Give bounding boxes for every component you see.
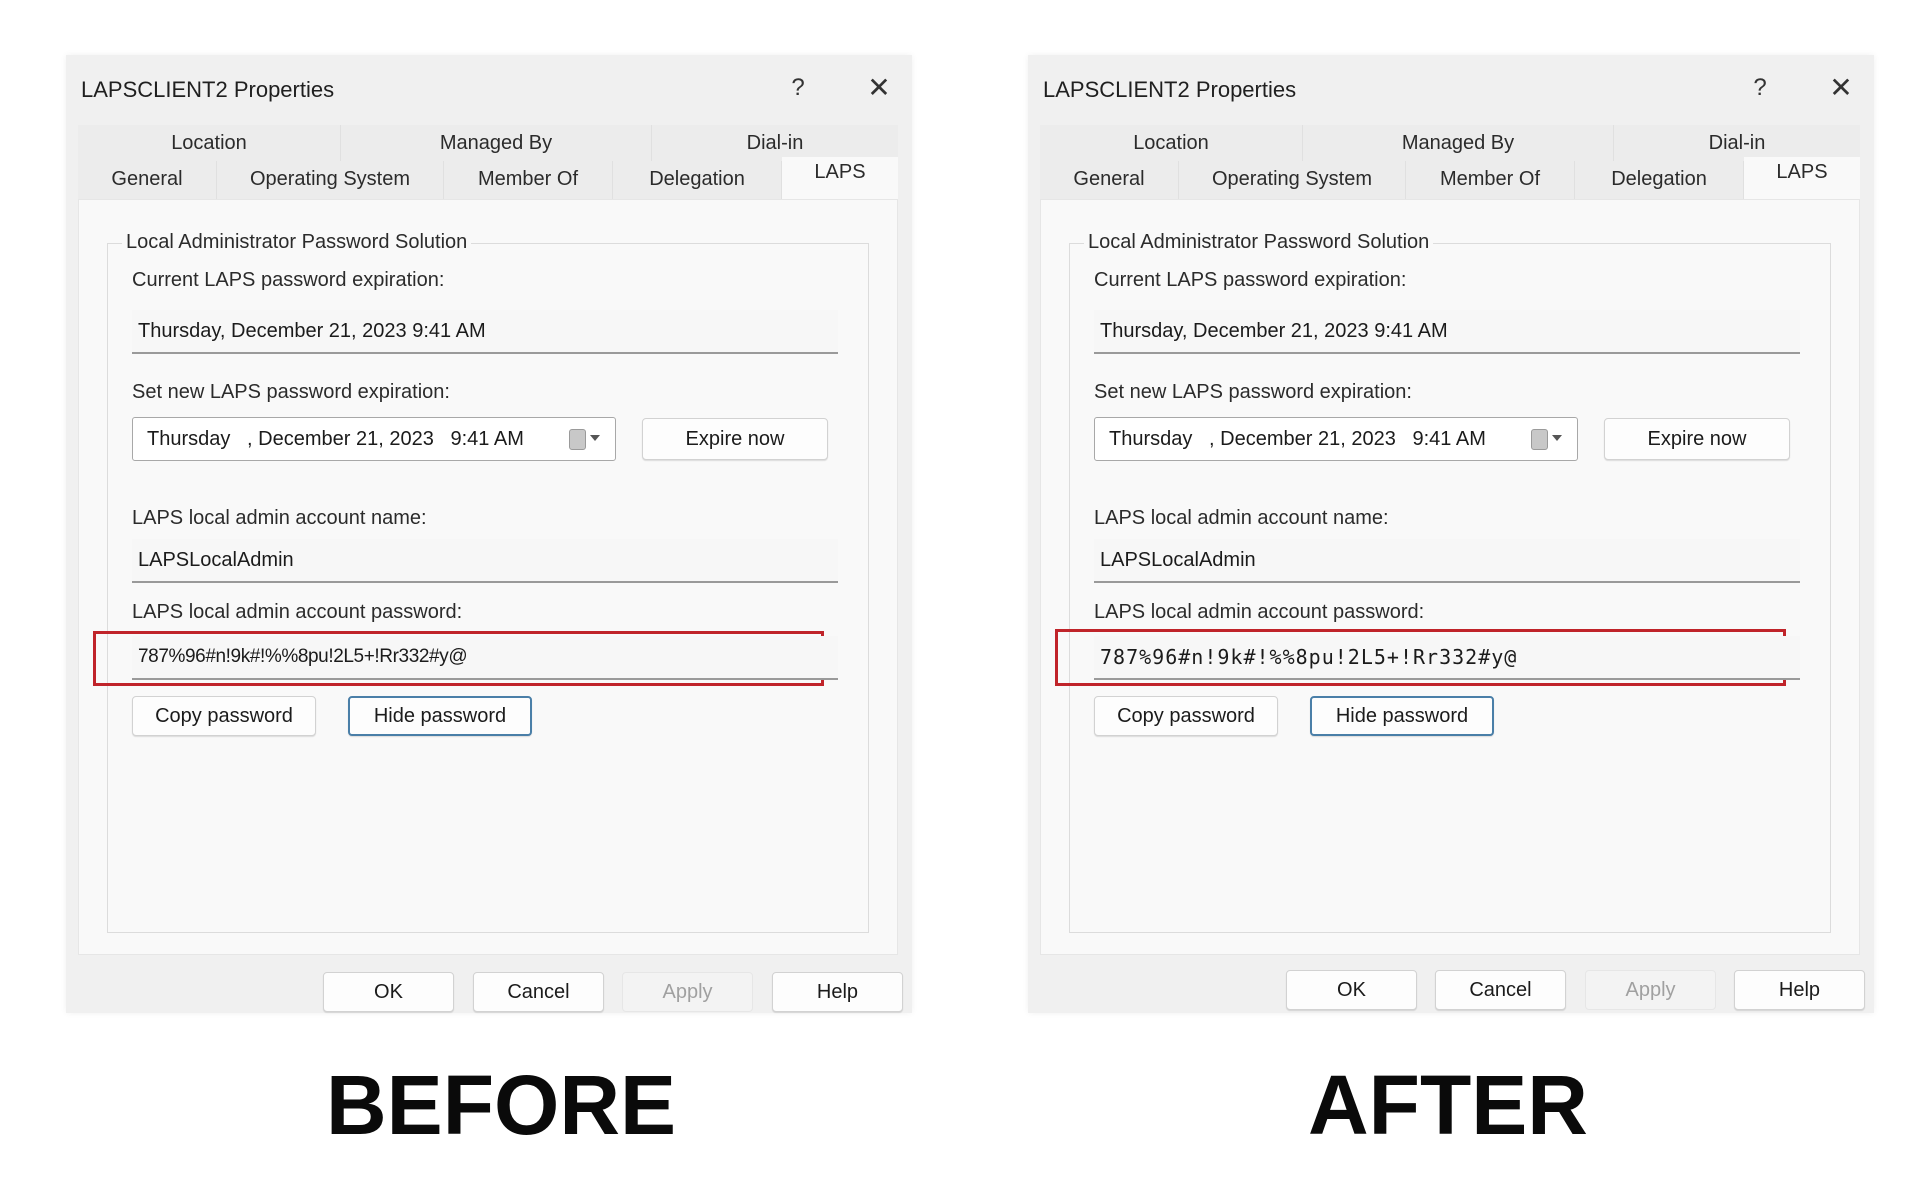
calendar-icon [1531,429,1548,450]
calendar-icon [569,429,586,450]
help-button[interactable]: Help [772,972,903,1012]
help-icon[interactable]: ? [1746,71,1774,105]
tab-managed-by[interactable]: Managed By [341,125,652,161]
copy-password-button[interactable]: Copy password [132,696,316,736]
close-icon[interactable]: ✕ [862,71,896,105]
ok-button[interactable]: OK [323,972,454,1012]
cancel-button[interactable]: Cancel [1435,970,1566,1010]
help-icon[interactable]: ? [784,71,812,105]
after-caption: AFTER [1308,1058,1588,1152]
group-label: Local Administrator Password Solution [1084,231,1434,254]
password-field[interactable]: 787%96#n!9k#!%%8pu!2L5+!Rr332#y@ [1094,636,1800,680]
laps-tab-panel: Local Administrator Password Solution Cu… [78,199,898,955]
tab-row-top: Location Managed By Dial-in [78,125,898,161]
tab-delegation[interactable]: Delegation [613,161,782,199]
password-label: LAPS local admin account password: [1094,601,1425,623]
tab-dial-in[interactable]: Dial-in [1614,125,1860,161]
dialog-title: LAPSCLIENT2 Properties [81,77,335,102]
password-field[interactable]: 787%96#n!9k#!%%8pu!2L5+!Rr332#y@ [132,636,838,680]
tab-general[interactable]: General [1040,161,1179,199]
new-expiration-datepicker[interactable]: Thursday , December 21, 2023 9:41 AM [132,417,616,461]
tab-location[interactable]: Location [78,125,341,161]
account-name-label: LAPS local admin account name: [132,507,427,529]
expire-now-button[interactable]: Expire now [642,418,828,460]
copy-password-button[interactable]: Copy password [1094,696,1278,736]
dialog-title: LAPSCLIENT2 Properties [1043,77,1297,102]
new-expiration-datepicker[interactable]: Thursday , December 21, 2023 9:41 AM [1094,417,1578,461]
hide-password-button[interactable]: Hide password [1310,696,1494,736]
cancel-button[interactable]: Cancel [473,972,604,1012]
tab-dial-in[interactable]: Dial-in [652,125,898,161]
calendar-dropdown-icon[interactable] [569,429,603,450]
datepicker-value: Thursday , December 21, 2023 9:41 AM [1109,428,1486,450]
chevron-down-icon [590,435,600,441]
tab-row-bottom: General Operating System Member Of Deleg… [1040,157,1860,199]
tab-general[interactable]: General [78,161,217,199]
help-button[interactable]: Help [1734,970,1865,1010]
tab-row-bottom: General Operating System Member Of Deleg… [78,157,898,199]
current-expiration-field: Thursday, December 21, 2023 9:41 AM [1094,310,1800,354]
tab-location[interactable]: Location [1040,125,1303,161]
laps-group-box: Local Administrator Password Solution Cu… [1055,231,1831,933]
new-expiration-label: Set new LAPS password expiration: [132,381,450,403]
tab-laps[interactable]: LAPS [782,157,898,199]
tab-delegation[interactable]: Delegation [1575,161,1744,199]
tab-managed-by[interactable]: Managed By [1303,125,1614,161]
chevron-down-icon [1552,435,1562,441]
datepicker-value: Thursday , December 21, 2023 9:41 AM [147,428,524,450]
calendar-dropdown-icon[interactable] [1531,429,1565,450]
hide-password-button[interactable]: Hide password [348,696,532,736]
current-expiration-label: Current LAPS password expiration: [1094,269,1407,291]
laps-tab-panel: Local Administrator Password Solution Cu… [1040,199,1860,955]
new-expiration-label: Set new LAPS password expiration: [1094,381,1412,403]
tab-laps[interactable]: LAPS [1744,157,1860,199]
tab-row-top: Location Managed By Dial-in [1040,125,1860,161]
before-caption: BEFORE [326,1058,677,1152]
current-expiration-label: Current LAPS password expiration: [132,269,445,291]
expire-now-button[interactable]: Expire now [1604,418,1790,460]
tab-operating-system[interactable]: Operating System [217,161,444,199]
ok-button[interactable]: OK [1286,970,1417,1010]
close-icon[interactable]: ✕ [1824,71,1858,105]
properties-dialog-after: LAPSCLIENT2 Properties ? ✕ Location Mana… [1028,55,1874,1013]
tab-operating-system[interactable]: Operating System [1179,161,1406,199]
account-name-label: LAPS local admin account name: [1094,507,1389,529]
group-label: Local Administrator Password Solution [122,231,472,254]
tab-member-of[interactable]: Member Of [444,161,613,199]
tab-member-of[interactable]: Member Of [1406,161,1575,199]
password-label: LAPS local admin account password: [132,601,463,623]
properties-dialog-before: LAPSCLIENT2 Properties ? ✕ Location Mana… [66,55,912,1013]
account-name-field: LAPSLocalAdmin [132,539,838,583]
apply-button[interactable]: Apply [622,972,753,1012]
laps-group-box: Local Administrator Password Solution Cu… [93,231,869,933]
apply-button[interactable]: Apply [1585,970,1716,1010]
current-expiration-field: Thursday, December 21, 2023 9:41 AM [132,310,838,354]
account-name-field: LAPSLocalAdmin [1094,539,1800,583]
